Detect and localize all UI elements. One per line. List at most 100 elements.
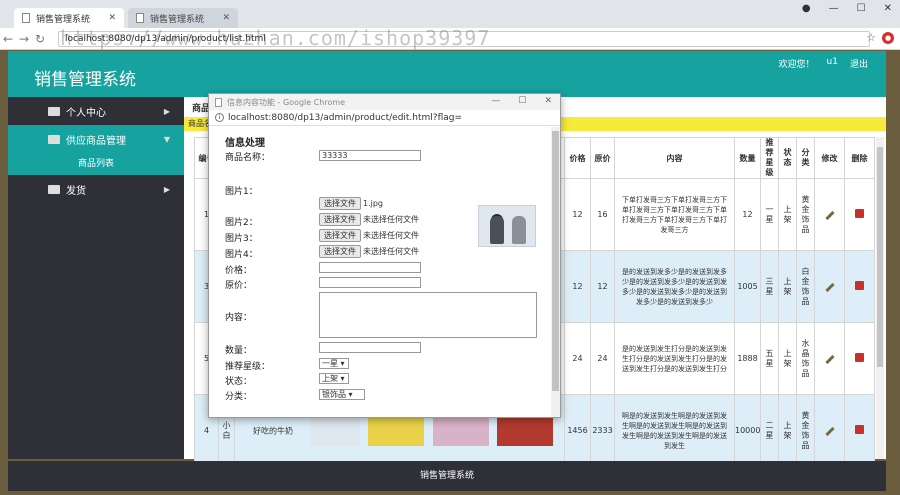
user-icon[interactable]: ● [802, 3, 811, 14]
product-image [432, 415, 489, 446]
pencil-icon[interactable] [824, 354, 835, 365]
col-header: 内容 [614, 137, 735, 179]
delete-icon[interactable] [855, 281, 864, 290]
cell-status: 上架 [778, 178, 797, 251]
col-header: 数量 [734, 137, 761, 179]
label-status: 状态： [225, 377, 253, 387]
img1-choose-button[interactable]: 选择文件 [319, 197, 361, 210]
col-header: 修改 [814, 137, 845, 179]
cell-delete[interactable] [844, 178, 875, 251]
menu-icon [48, 106, 60, 116]
img3-choose-button[interactable]: 选择文件 [319, 229, 361, 242]
cell-status: 上架 [778, 250, 797, 323]
label-qty: 数量： [225, 346, 253, 356]
reload-icon[interactable]: ↻ [32, 32, 48, 46]
label-name: 商品名称： [225, 153, 271, 163]
sidebar-item-label: 发货 [66, 185, 86, 197]
name-input[interactable]: 33333 [319, 150, 421, 161]
label-img3: 图片3： [225, 234, 258, 244]
label-category: 分类： [225, 392, 253, 402]
bookmark-star-icon[interactable]: ☆ [866, 31, 876, 44]
cell-delete[interactable] [844, 250, 875, 323]
col-header: 价格 [564, 137, 591, 179]
sidebar-item-shipping[interactable]: 发货 ▶ [8, 175, 184, 203]
user-info: 欢迎您！ u1 退出 [779, 57, 868, 70]
cell-name: 好吃的牛奶 [253, 426, 293, 435]
cell-price: 1456 [564, 394, 591, 467]
cell-orig: 12 [590, 250, 615, 323]
cell-qty: 1888 [734, 322, 761, 395]
cell-delete[interactable] [844, 394, 875, 467]
cell-price: 24 [564, 322, 591, 395]
browser-tab-active[interactable]: 销售管理系统 ✕ [14, 8, 124, 28]
quantity-input[interactable] [319, 342, 421, 353]
popup-title: 信息内容功能 - Google Chrome [227, 97, 346, 107]
cell-qty: 1005 [734, 250, 761, 323]
form-heading: 信息处理 [225, 138, 265, 149]
cell-content: 啊是的发送到发生啊是的发送到发生啊是的发送到发生啊是的发送到发生啊是的发送到发生… [614, 394, 735, 467]
cell-cat: 黄金饰品 [796, 178, 815, 251]
cell-cat: 黄金饰品 [796, 394, 815, 467]
tab-title: 销售管理系统 [36, 14, 91, 25]
maximize-icon[interactable]: ☐ [857, 3, 866, 14]
close-icon[interactable]: ✕ [108, 13, 116, 23]
info-icon[interactable]: i [215, 113, 224, 122]
pencil-icon[interactable] [824, 426, 835, 437]
cell-delete[interactable] [844, 322, 875, 395]
popup-scrollbar[interactable] [551, 127, 560, 417]
minimize-icon[interactable]: — [829, 3, 839, 14]
scrollbar[interactable] [876, 137, 884, 459]
content-textarea[interactable] [319, 292, 537, 338]
browser-tab-inactive[interactable]: 销售管理系统 ✕ [128, 8, 238, 28]
img2-choose-button[interactable]: 选择文件 [319, 213, 361, 226]
col-header: 分类 [796, 137, 815, 179]
label-img1: 图片1： [225, 187, 258, 197]
img4-choose-button[interactable]: 选择文件 [319, 245, 361, 258]
sidebar-item-products[interactable]: 供应商品管理 ▼ [8, 125, 184, 153]
chevron-down-icon: ▼ [163, 134, 170, 144]
menu-icon [48, 184, 60, 194]
cell-edit[interactable] [814, 178, 845, 251]
product-image [497, 415, 554, 446]
delete-icon[interactable] [855, 425, 864, 434]
scrollbar-thumb[interactable] [552, 131, 559, 391]
maximize-icon[interactable]: ☐ [518, 96, 526, 106]
pencil-icon[interactable] [824, 210, 835, 221]
forward-icon[interactable]: → [16, 32, 32, 46]
sidebar-item-personal[interactable]: 个人中心 ▶ [8, 97, 184, 125]
page-icon [22, 13, 30, 23]
price-input[interactable] [319, 262, 421, 273]
label-content: 内容： [225, 313, 253, 323]
img1-filename: 1.jpg [363, 199, 384, 208]
back-icon[interactable]: ← [0, 32, 16, 46]
label-orig: 原价： [225, 281, 253, 291]
delete-icon[interactable] [855, 209, 864, 218]
edit-form: 信息处理 商品名称： 33333 图片1： 选择文件 1.jpg 图片2： 选择… [225, 134, 545, 402]
star-select[interactable]: 一星 ▾ [319, 358, 349, 369]
delete-icon[interactable] [855, 353, 864, 362]
pencil-icon[interactable] [824, 282, 835, 293]
sidebar-subitem-product-list[interactable]: 商品列表 [8, 153, 184, 175]
footer: 销售管理系统 [8, 461, 886, 491]
cell-content: 是的发送到发生打分是的发送到发生打分是的发送到发生打分是的发送到发生打分是的发送… [614, 322, 735, 395]
popup-address-bar[interactable]: i localhost:8080/dp13/admin/product/edit… [209, 110, 560, 126]
scrollbar-thumb[interactable] [877, 147, 883, 367]
product-image-preview [478, 205, 536, 247]
close-icon[interactable]: ✕ [222, 13, 230, 23]
orig-price-input[interactable] [319, 277, 421, 288]
cell-edit[interactable] [814, 394, 845, 467]
label-star: 推荐星级： [225, 362, 271, 372]
edit-popup-window: 信息内容功能 - Google Chrome — ☐ ✕ i localhost… [208, 93, 561, 418]
category-select[interactable]: 银饰品 ▾ [319, 389, 365, 400]
label-img4: 图片4： [225, 250, 258, 260]
cell-price: 12 [564, 250, 591, 323]
cell-qty: 10000 [734, 394, 761, 467]
logout-link[interactable]: 退出 [850, 57, 868, 70]
minimize-icon[interactable]: — [491, 96, 500, 106]
close-icon[interactable]: ✕ [544, 96, 552, 106]
cell-edit[interactable] [814, 322, 845, 395]
cell-edit[interactable] [814, 250, 845, 323]
close-icon[interactable]: ✕ [884, 3, 892, 14]
extension-icon[interactable]: ● [882, 32, 894, 44]
status-select[interactable]: 上架 ▾ [319, 373, 349, 384]
